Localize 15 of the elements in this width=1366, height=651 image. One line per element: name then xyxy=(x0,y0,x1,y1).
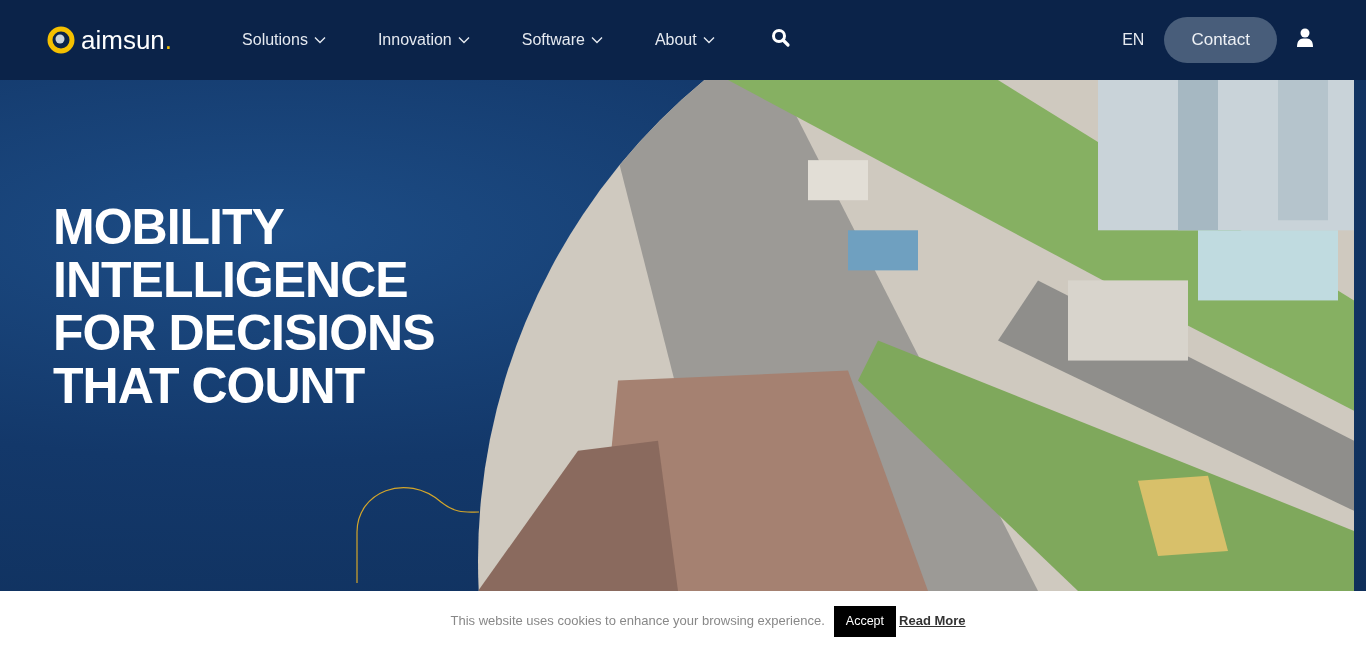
nav-menu-item[interactable]: Innovation xyxy=(377,28,470,52)
nav-menu-item[interactable]: Software xyxy=(521,28,603,52)
hero-title: MOBILITY INTELLIGENCE FOR DECISIONS THAT COUNT xyxy=(53,198,435,415)
read-more-link[interactable]: Read More xyxy=(899,611,966,631)
nav-menu-item[interactable]: Solutions xyxy=(242,28,326,52)
logo-text: aimsun. xyxy=(81,27,173,53)
nav-menu-item[interactable]: About xyxy=(654,28,715,52)
contact-button[interactable]: Contact xyxy=(1164,17,1277,63)
user-icon[interactable] xyxy=(1296,28,1314,48)
logo[interactable]: aimsun. xyxy=(47,26,173,54)
accept-button[interactable]: Accept xyxy=(833,605,897,637)
language-link[interactable]: EN xyxy=(1122,28,1145,52)
logo-icon xyxy=(47,26,75,54)
search-icon[interactable] xyxy=(770,28,791,48)
cookie-message: This website uses cookies to enhance your browsing experience. xyxy=(450,612,825,631)
